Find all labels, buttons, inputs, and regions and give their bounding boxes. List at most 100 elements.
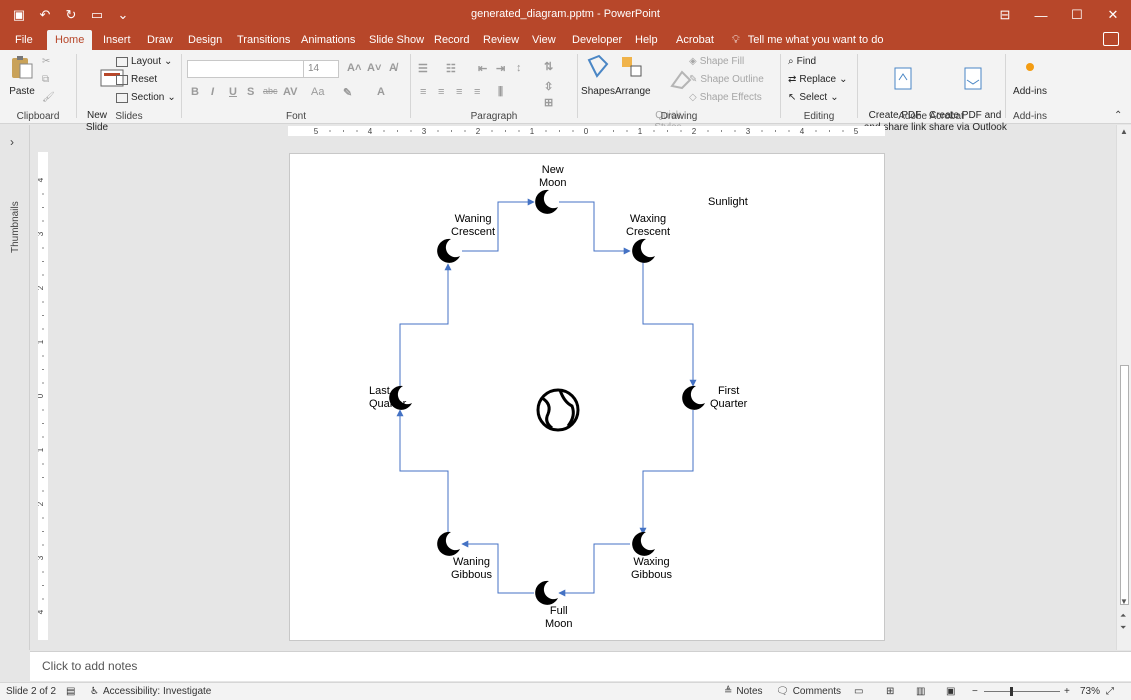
text-direction-icon[interactable]: ⇅ — [544, 60, 553, 73]
tab-developer[interactable]: Developer — [572, 30, 622, 50]
tab-review[interactable]: Review — [483, 30, 519, 50]
undo-icon[interactable]: ↶ — [34, 4, 56, 26]
tab-file[interactable]: File — [15, 30, 33, 50]
comments-icon[interactable] — [1103, 32, 1119, 46]
waxing-crescent-moon-icon — [632, 238, 655, 263]
scroll-thumb[interactable] — [1120, 365, 1129, 605]
fit-slide-icon[interactable]: ⤢ — [1106, 686, 1114, 697]
paragraph-group: ☰ ☷ ⇤ ⇥ ↕ ⇅ ≡ ≡ ≡ ≡ ⫼ ⇳ ⊞ Paragraph — [412, 50, 576, 124]
increase-indent-icon[interactable]: ⇥ — [496, 62, 505, 75]
shape-effects-button[interactable]: ◇ Shape Effects — [689, 92, 762, 103]
shrink-font-icon[interactable]: A˅ — [367, 62, 381, 74]
bullets-icon[interactable]: ☰ — [418, 62, 428, 75]
tab-home[interactable]: Home — [47, 30, 93, 50]
notes-toggle[interactable]: ≜ Notes — [724, 686, 763, 697]
columns-icon[interactable]: ⫼ — [498, 86, 503, 99]
arrange-button[interactable]: Arrange — [615, 54, 651, 98]
clear-format-icon[interactable]: A̸ — [389, 62, 397, 74]
notes-placeholder[interactable]: Click to add notes — [42, 659, 137, 673]
tab-help[interactable]: Help — [635, 30, 658, 50]
ruler-v-label: 2 — [38, 501, 45, 506]
reading-view-icon[interactable]: ▥ — [916, 686, 925, 697]
zoom-slider-knob[interactable] — [1010, 687, 1013, 696]
shape-outline-button[interactable]: ✎ Shape Outline — [689, 74, 764, 85]
format-painter-icon[interactable]: 🖌︎ — [42, 92, 55, 103]
align-left-icon[interactable]: ≡ — [420, 86, 426, 98]
reset-button[interactable]: Reset — [116, 74, 157, 85]
scroll-up-icon[interactable]: ▲ — [1120, 127, 1128, 136]
line-spacing-icon[interactable]: ↕ — [516, 62, 522, 74]
tab-view[interactable]: View — [532, 30, 556, 50]
paste-button[interactable]: Paste — [8, 54, 36, 98]
font-size-combo[interactable]: 14 — [303, 60, 339, 78]
replace-button[interactable]: ⇄ Replace ⌄ — [788, 74, 847, 85]
shapes-button[interactable]: Shapes — [581, 54, 615, 98]
layout-button[interactable]: Layout ⌄ — [116, 56, 172, 67]
minimize-icon[interactable]: — — [1023, 0, 1059, 30]
chevron-right-icon[interactable]: › — [10, 135, 14, 149]
find-button[interactable]: ⌕ Find — [788, 56, 816, 67]
tab-slide-show[interactable]: Slide Show — [369, 30, 424, 50]
next-slide-icon[interactable]: ⏷ — [1120, 623, 1126, 633]
ribbon-display-icon[interactable]: ⊟ — [987, 0, 1023, 30]
zoom-in-icon[interactable]: + — [1064, 686, 1070, 697]
comments-toggle[interactable]: 🗨︎ Comments — [776, 686, 841, 697]
redo-icon[interactable]: ↻ — [60, 4, 82, 26]
tell-me-box[interactable]: 💡︎ Tell me what you want to do — [732, 30, 883, 50]
cut-icon[interactable]: ✂ — [42, 56, 50, 67]
save-icon[interactable]: ▣ — [8, 4, 30, 26]
notes-pane[interactable]: Click to add notes — [30, 651, 1131, 681]
shadow-icon[interactable]: S — [247, 86, 254, 98]
section-button[interactable]: Section ⌄ — [116, 92, 176, 103]
scroll-down-icon[interactable]: ▼ — [1120, 597, 1128, 606]
decrease-indent-icon[interactable]: ⇤ — [478, 62, 487, 75]
tab-design[interactable]: Design — [188, 30, 222, 50]
bold-icon[interactable]: B — [191, 86, 199, 98]
grow-font-icon[interactable]: A˄ — [347, 62, 361, 74]
slideshow-view-icon[interactable]: ▣ — [946, 686, 955, 697]
thumbnails-label[interactable]: Thumbnails — [10, 201, 21, 253]
collapse-ribbon-icon[interactable]: ⌃ — [1114, 110, 1122, 121]
copy-icon[interactable]: ⧉ — [42, 74, 49, 85]
italic-icon[interactable]: I — [211, 86, 214, 98]
add-ins-button[interactable]: Add-ins — [1011, 54, 1049, 98]
previous-slide-icon[interactable]: ⏶ — [1120, 611, 1126, 621]
tab-acrobat[interactable]: Acrobat — [676, 30, 714, 50]
smartart-icon[interactable]: ⊞ — [544, 96, 553, 109]
addins-label: Add-ins — [1013, 111, 1047, 122]
underline-icon[interactable]: U — [229, 86, 237, 98]
align-text-icon[interactable]: ⇳ — [544, 80, 553, 93]
maximize-icon[interactable]: ☐ — [1059, 0, 1095, 30]
vertical-scrollbar[interactable]: ▲ ▼ ⏶ ⏷ — [1116, 125, 1131, 650]
font-color-icon[interactable]: A — [377, 86, 385, 98]
clipboard-group: Paste ✂ ⧉ 🖌︎ Clipboard — [0, 50, 76, 124]
slide-sorter-icon[interactable]: ⊞ — [886, 686, 894, 697]
shape-fill-button[interactable]: ◈ Shape Fill — [689, 56, 744, 67]
tab-animations[interactable]: Animations — [301, 30, 355, 50]
normal-view-icon[interactable]: ▭ — [854, 686, 863, 697]
close-icon[interactable]: ✕ — [1095, 0, 1131, 30]
font-name-combo[interactable] — [187, 60, 305, 78]
tab-transitions[interactable]: Transitions — [237, 30, 290, 50]
char-spacing-icon[interactable]: AV — [283, 86, 297, 98]
spell-check-icon[interactable]: ▤ — [66, 686, 75, 697]
justify-icon[interactable]: ≡ — [474, 86, 480, 98]
change-case-icon[interactable]: Aa — [311, 86, 324, 98]
strikethrough-icon[interactable]: abc — [263, 86, 278, 96]
align-right-icon[interactable]: ≡ — [456, 86, 462, 98]
zoom-out-icon[interactable]: − — [972, 686, 978, 697]
zoom-level[interactable]: 73% — [1080, 686, 1100, 697]
highlight-icon[interactable]: ✎ — [343, 86, 352, 99]
accessibility-button[interactable]: ♿︎ Accessibility: Investigate — [90, 686, 211, 697]
ruler-h-label: 1 — [638, 127, 643, 136]
select-button[interactable]: ↖ Select ⌄ — [788, 92, 839, 103]
present-icon[interactable]: ▭ — [86, 4, 108, 26]
slide[interactable]: * Sunlight New Moon Waxing — [289, 153, 885, 641]
customize-icon[interactable]: ⌄ — [112, 4, 134, 26]
tab-insert[interactable]: Insert — [103, 30, 131, 50]
numbering-icon[interactable]: ☷ — [446, 62, 456, 75]
tab-record[interactable]: Record — [434, 30, 469, 50]
zoom-slider[interactable] — [984, 687, 1060, 696]
tab-draw[interactable]: Draw — [147, 30, 173, 50]
align-center-icon[interactable]: ≡ — [438, 86, 444, 98]
